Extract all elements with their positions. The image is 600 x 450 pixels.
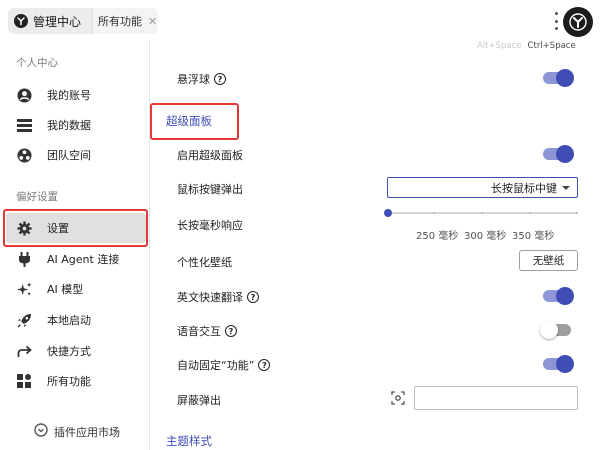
sidebar-item-team-space[interactable]: 团队空间 xyxy=(6,140,146,170)
rocket-icon xyxy=(16,312,32,328)
floating-ball-toggle[interactable] xyxy=(543,69,574,87)
tab-management-center[interactable]: 管理中心 xyxy=(8,8,92,34)
sidebar-item-ai-agent[interactable]: AI Agent 连接 xyxy=(6,244,146,274)
toggle-knob xyxy=(556,287,574,305)
quick-translate-toggle[interactable] xyxy=(543,287,574,305)
slider-tick xyxy=(481,212,483,214)
sidebar-item-label: 我的数据 xyxy=(47,119,91,132)
wallpaper-label: 个性化壁纸 xyxy=(177,256,232,269)
slider-tick xyxy=(576,212,578,214)
enable-super-panel-toggle[interactable] xyxy=(543,145,574,163)
screen-capture-icon[interactable] xyxy=(391,391,405,405)
auto-pin-toggle[interactable] xyxy=(543,355,574,373)
slider-thumb[interactable] xyxy=(384,209,392,217)
sidebar-item-label: 所有功能 xyxy=(47,375,91,388)
toggle-knob xyxy=(556,69,574,87)
mouse-key-popup-value: 长按鼠标中键 xyxy=(491,181,557,195)
top-bar: 管理中心 所有功能 ✕ xyxy=(0,0,600,41)
quick-translate-label: 英文快速翻译 xyxy=(177,291,243,304)
help-icon[interactable]: ? xyxy=(214,73,226,85)
row-quick-translate: 英文快速翻译 ? xyxy=(177,289,259,305)
sidebar-item-label: AI 模型 xyxy=(47,283,84,296)
auto-pin-label: 自动固定“功能” xyxy=(177,359,255,372)
sidebar-item-label: 我的账号 xyxy=(47,89,91,102)
sparkles-icon xyxy=(16,281,32,297)
section-title-personal: 个人中心 xyxy=(16,57,58,69)
tab-management-center-label: 管理中心 xyxy=(33,14,82,29)
sidebar-item-ai-model[interactable]: AI 模型 xyxy=(6,274,146,304)
long-press-label: 长按毫秒响应 xyxy=(177,219,243,232)
app-logo-icon xyxy=(14,14,28,28)
row-voice: 语音交互 ? xyxy=(177,323,237,339)
sidebar-item-label: 快捷方式 xyxy=(47,345,91,358)
row-auto-pin: 自动固定“功能” ? xyxy=(177,357,271,373)
help-icon[interactable]: ? xyxy=(247,291,259,303)
plugin-market-icon xyxy=(34,423,48,440)
long-press-slider[interactable] xyxy=(384,206,578,220)
plugin-market-button[interactable]: 插件应用市场 xyxy=(34,423,120,440)
highlight-box-super-panel xyxy=(150,103,239,140)
voice-toggle[interactable] xyxy=(540,321,571,339)
sidebar-item-label: 团队空间 xyxy=(47,149,91,162)
plugin-market-label: 插件应用市场 xyxy=(54,425,120,439)
wallpaper-button[interactable]: 无壁纸 xyxy=(519,250,578,271)
sidebar-item-my-account[interactable]: 我的账号 xyxy=(6,80,146,110)
enable-super-panel-label: 启用超级面板 xyxy=(177,149,243,162)
highlight-box-settings xyxy=(3,209,148,247)
mask-popup-label: 屏蔽弹出 xyxy=(177,394,221,407)
sidebar-item-label: AI Agent 连接 xyxy=(47,253,120,266)
section-heading-theme: 主题样式 xyxy=(166,434,212,448)
sidebar-item-label: 本地启动 xyxy=(47,314,91,327)
toggle-knob xyxy=(540,321,558,339)
hotkey-hint-alt-space: Alt+Space xyxy=(477,41,522,51)
team-space-icon xyxy=(16,147,32,163)
slider-tick xyxy=(529,212,531,214)
data-list-icon xyxy=(16,117,32,133)
section-title-preferences: 偏好设置 xyxy=(16,191,58,203)
sidebar-item-my-data[interactable]: 我的数据 xyxy=(6,110,146,140)
slider-tick xyxy=(433,212,435,214)
close-icon[interactable]: ✕ xyxy=(148,15,157,28)
sidebar-item-local-launch[interactable]: 本地启动 xyxy=(6,305,146,335)
voice-label: 语音交互 xyxy=(177,325,221,338)
tab-all-features[interactable]: 所有功能 ✕ xyxy=(92,8,158,34)
slider-tick-label: 350 毫秒 xyxy=(512,231,555,242)
plug-icon xyxy=(16,251,32,267)
more-menu-icon[interactable] xyxy=(553,12,559,30)
mouse-key-popup-label: 鼠标按键弹出 xyxy=(177,183,243,196)
toggle-knob xyxy=(556,145,574,163)
mouse-key-popup-select[interactable]: 长按鼠标中键 xyxy=(387,177,578,198)
slider-tick-label: 300 毫秒 xyxy=(464,231,507,242)
apps-grid-icon xyxy=(16,373,32,389)
shortcut-arrow-icon xyxy=(16,343,32,359)
slider-tick-label: 250 毫秒 xyxy=(416,231,459,242)
hotkey-hint-ctrl-space: Ctrl+Space xyxy=(527,41,576,51)
help-icon[interactable]: ? xyxy=(225,325,237,337)
chevron-down-icon xyxy=(562,186,570,190)
tab-all-features-label: 所有功能 xyxy=(98,15,142,28)
sidebar-item-shortcuts[interactable]: 快捷方式 xyxy=(6,336,146,366)
toggle-knob xyxy=(556,355,574,373)
account-circle-icon xyxy=(16,87,32,103)
row-floating-ball: 悬浮球 ? xyxy=(177,71,226,87)
avatar[interactable] xyxy=(563,7,593,37)
help-icon[interactable]: ? xyxy=(258,359,271,371)
sidebar-item-all-features[interactable]: 所有功能 xyxy=(6,366,146,396)
mask-popup-input[interactable] xyxy=(414,386,578,410)
hotkey-hints: Alt+Space Ctrl+Space xyxy=(477,41,576,51)
floating-ball-label: 悬浮球 xyxy=(177,73,210,86)
